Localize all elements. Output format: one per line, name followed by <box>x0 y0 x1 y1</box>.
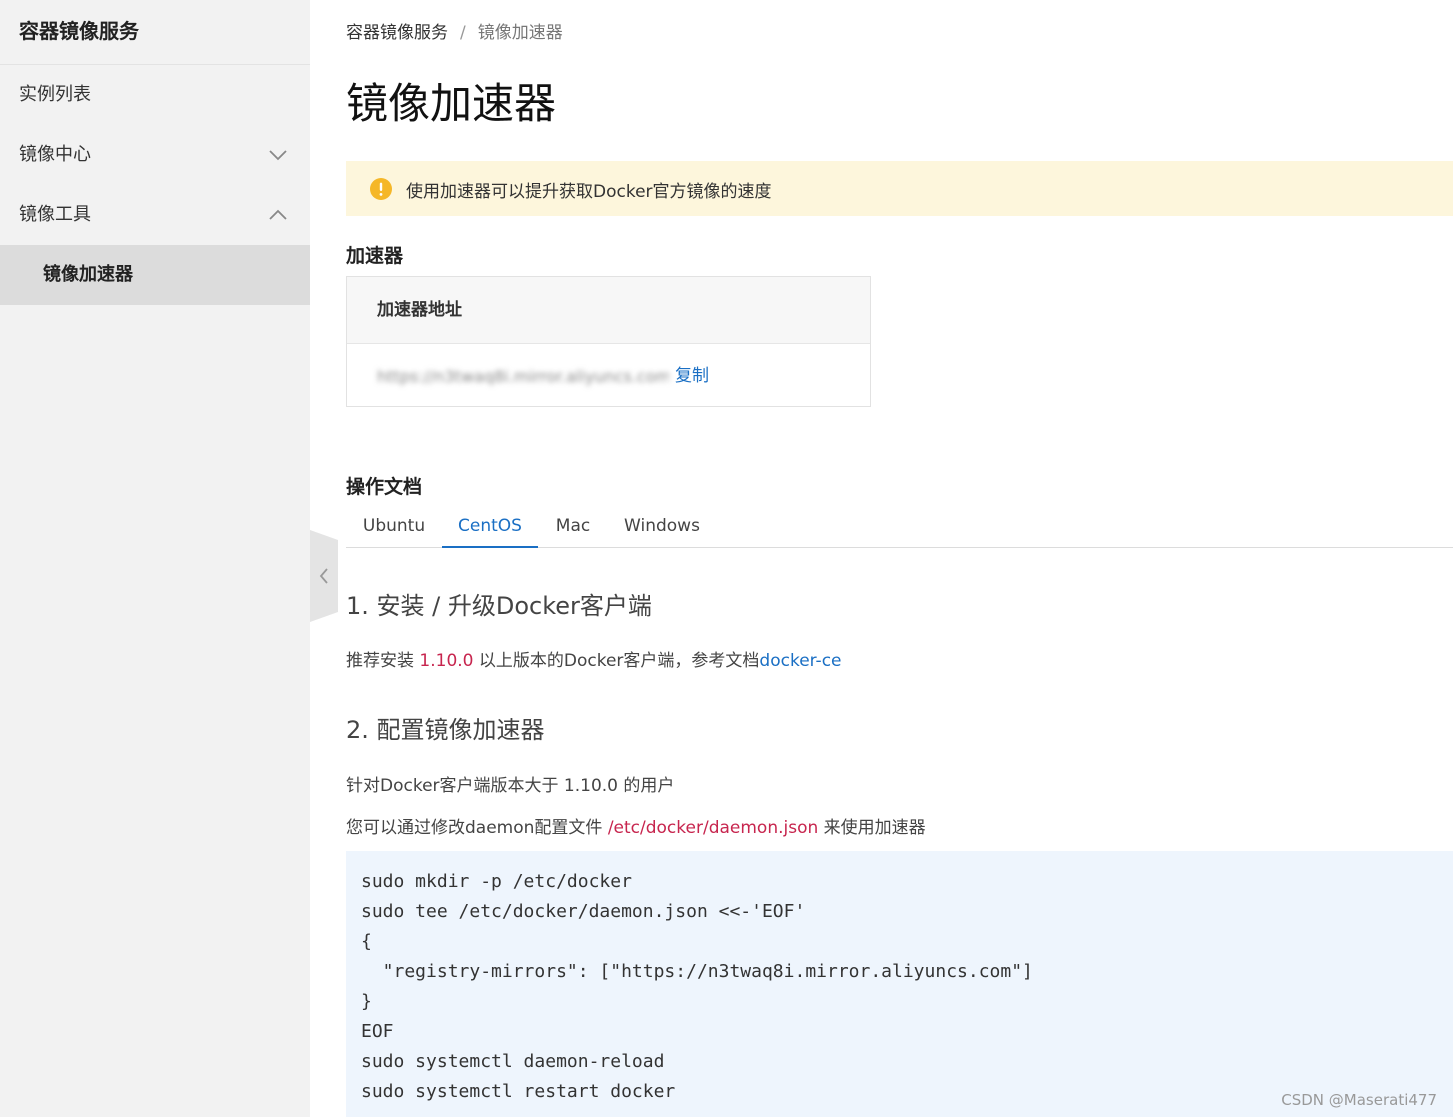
step1-text-before: 推荐安装 <box>346 651 420 671</box>
page-title: 镜像加速器 <box>346 79 557 128</box>
notice-banner: 使用加速器可以提升获取Docker官方镜像的速度 <box>346 161 1453 216</box>
copy-button[interactable]: 复制 <box>675 345 709 408</box>
code-line: sudo mkdir -p /etc/docker <box>361 871 632 892</box>
os-tabs: Ubuntu CentOS Mac Windows <box>346 506 1453 548</box>
code-line: sudo systemctl daemon-reload <box>361 1051 665 1072</box>
recommended-version: 1.10.0 <box>419 651 474 671</box>
step2-title: 2. 配置镜像加速器 <box>346 716 545 744</box>
warning-icon <box>370 178 392 200</box>
sidebar-item-image-tools[interactable]: 镜像工具 <box>0 185 310 245</box>
code-block[interactable]: sudo mkdir -p /etc/docker sudo tee /etc/… <box>346 851 1453 1117</box>
notice-text: 使用加速器可以提升获取Docker官方镜像的速度 <box>406 182 772 202</box>
app-root: 容器镜像服务 实例列表 镜像中心 镜像工具 镜像加速器 容器镜像服务 / 镜像加速器… <box>0 0 1453 1117</box>
accelerator-table-row: https://n3twaq8i.mirror.aliyuncs.com 复制 <box>347 344 870 407</box>
step2-line2-after: 来使用加速器 <box>818 818 926 838</box>
tab-ubuntu[interactable]: Ubuntu <box>346 506 442 548</box>
tab-mac[interactable]: Mac <box>538 506 608 548</box>
sidebar-item-image-accelerator[interactable]: 镜像加速器 <box>0 245 310 305</box>
accelerator-table: 加速器地址 https://n3twaq8i.mirror.aliyuncs.c… <box>346 276 871 407</box>
accelerator-table-header: 加速器地址 <box>347 277 870 344</box>
step2-line2-before: 您可以通过修改daemon配置文件 <box>346 818 608 838</box>
code-line: { <box>361 931 372 952</box>
config-path: /etc/docker/daemon.json <box>607 818 819 838</box>
breadcrumb-current: 镜像加速器 <box>477 23 563 43</box>
sidebar-item-label: 镜像中心 <box>19 144 91 165</box>
accelerator-section-title: 加速器 <box>346 245 404 267</box>
sidebar-item-label: 镜像工具 <box>19 204 91 225</box>
breadcrumb-root[interactable]: 容器镜像服务 <box>346 23 448 43</box>
step2-line1: 针对Docker客户端版本大于 1.10.0 的用户 <box>346 776 675 796</box>
breadcrumb: 容器镜像服务 / 镜像加速器 <box>346 18 563 43</box>
tab-windows[interactable]: Windows <box>608 506 716 548</box>
chevron-up-icon[interactable] <box>268 205 288 225</box>
step1-text-middle: 以上版本的Docker客户端，参考文档 <box>473 651 760 671</box>
sidebar-title: 容器镜像服务 <box>0 0 310 65</box>
sidebar-item-instance-list[interactable]: 实例列表 <box>0 65 310 125</box>
code-line: sudo tee /etc/docker/daemon.json <<-'EOF… <box>361 901 806 922</box>
sidebar: 容器镜像服务 实例列表 镜像中心 镜像工具 镜像加速器 <box>0 0 310 1117</box>
code-line: "registry-mirrors": ["https://n3twaq8i.m… <box>361 961 1033 982</box>
watermark: CSDN @Maserati477 <box>1281 1091 1437 1109</box>
main-content: 容器镜像服务 / 镜像加速器 镜像加速器 使用加速器可以提升获取Docker官方镜像… <box>346 0 1453 1117</box>
breadcrumb-separator: / <box>460 23 466 43</box>
code-line: } <box>361 991 372 1012</box>
sidebar-item-image-center[interactable]: 镜像中心 <box>0 125 310 185</box>
accelerator-address: https://n3twaq8i.mirror.aliyuncs.com <box>377 367 669 386</box>
chevron-down-icon[interactable] <box>268 145 288 165</box>
docs-section-title: 操作文档 <box>346 476 423 498</box>
docker-ce-link[interactable]: docker-ce <box>759 651 841 671</box>
step2-line2: 您可以通过修改daemon配置文件 /etc/docker/daemon.jso… <box>346 813 926 838</box>
tab-centos[interactable]: CentOS <box>442 506 538 548</box>
sidebar-collapse-handle[interactable] <box>310 530 338 622</box>
step1-title: 1. 安装 / 升级Docker客户端 <box>346 592 652 620</box>
step1-text: 推荐安装 1.10.0 以上版本的Docker客户端，参考文档docker-ce <box>346 646 842 671</box>
sidebar-item-label: 实例列表 <box>19 84 91 105</box>
code-line: EOF <box>361 1021 394 1042</box>
